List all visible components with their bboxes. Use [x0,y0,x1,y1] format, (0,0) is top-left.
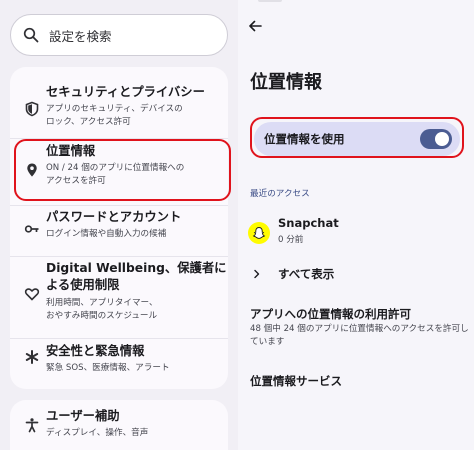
snapchat-ghost-icon [248,222,270,244]
back-arrow-icon[interactable] [248,19,262,33]
shield-icon [25,101,39,117]
settings-item-subtitle: ディスプレイ、操作、音声 [46,428,149,438]
settings-item-accessibility[interactable]: ユーザー補助 ディスプレイ、操作、音声 [10,406,228,450]
settings-item-subtitle: アクセスを許可 [46,176,106,186]
divider [10,205,228,206]
settings-item-subtitle: 緊急 SOS、医療情報、アラート [46,363,170,373]
settings-card-accessibility: ユーザー補助 ディスプレイ、操作、音声 [10,400,228,450]
location-detail-pane: 位置情報 位置情報を使用 最近のアクセス Snapchat 0 分前 すべて表示… [238,0,474,450]
settings-item-subtitle: ログイン情報や自動入力の候補 [46,229,167,239]
settings-item-title: ユーザー補助 [46,409,120,423]
settings-item-title: セキュリティとプライバシー [46,85,205,99]
divider [10,138,228,139]
page-title: 位置情報 [250,72,322,93]
settings-item-title: 安全性と緊急情報 [46,344,145,358]
settings-item-title: よる使用制限 [46,278,120,292]
recent-app-time: 0 分前 [278,235,304,245]
use-location-label: 位置情報を使用 [264,132,345,146]
settings-item-location[interactable]: 位置情報 ON / 24 個のアプリに位置情報への アクセスを許可 [10,141,228,201]
chevron-right-icon [254,269,260,279]
settings-item-title: Digital Wellbeing、保護者に [46,261,227,275]
use-location-switch[interactable] [420,129,452,149]
app-permission-title: アプリへの位置情報の利用許可 [250,307,411,321]
app-permission-subtitle: 48 個中 24 個のアプリに位置情報へのアクセスを許可しています [250,324,469,347]
status-clock-fragment [258,0,282,2]
search-placeholder: 設定を検索 [49,28,112,44]
settings-item-digital-wellbeing[interactable]: Digital Wellbeing、保護者に よる使用制限 利用時間、アプリタイ… [10,259,228,335]
key-icon [24,225,39,233]
location-pin-icon [27,163,37,177]
settings-item-subtitle: ロック、アクセス許可 [46,117,131,127]
settings-card: セキュリティとプライバシー アプリのセキュリティ、デバイスの ロック、アクセス許… [10,67,228,389]
recent-access-heading: 最近のアクセス [250,189,310,199]
settings-item-subtitle: ON / 24 個のアプリに位置情報への [46,163,185,173]
location-services-row[interactable]: 位置情報サービス [250,373,342,389]
wellbeing-heart-icon [24,288,40,301]
show-all-link: すべて表示 [278,267,335,281]
divider [10,256,228,257]
settings-list-pane: 設定を検索 セキュリティとプライバシー アプリのセキュリティ、デバイスの ロック… [0,0,238,450]
search-icon [23,27,39,43]
settings-item-passwords[interactable]: パスワードとアカウント ログイン情報や自動入力の候補 [10,207,228,251]
status-bar [238,0,474,8]
accessibility-icon [25,418,39,433]
settings-item-safety-emergency[interactable]: 安全性と緊急情報 緊急 SOS、医療情報、アラート [10,342,228,386]
settings-item-subtitle: おやすみ時間のスケジュール [46,311,158,321]
settings-item-title: パスワードとアカウント [46,210,182,224]
settings-item-title: 位置情報 [46,144,96,158]
divider [10,338,228,339]
recent-app-name: Snapchat [278,216,339,230]
emergency-asterisk-icon [25,350,39,364]
search-bar[interactable]: 設定を検索 [10,14,228,56]
use-location-toggle-row[interactable]: 位置情報を使用 [254,122,460,156]
settings-item-subtitle: 利用時間、アプリタイマー、 [46,298,158,308]
settings-item-subtitle: アプリのセキュリティ、デバイスの [46,104,183,114]
settings-item-security[interactable]: セキュリティとプライバシー アプリのセキュリティ、デバイスの ロック、アクセス許… [10,75,228,135]
switch-knob [435,132,449,146]
